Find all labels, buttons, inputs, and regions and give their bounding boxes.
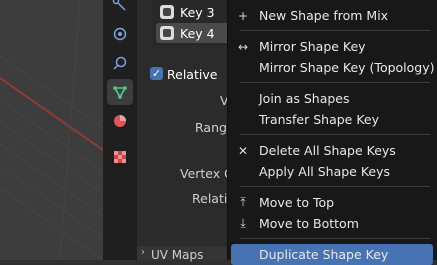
menu-item-new-shape-from-mix[interactable]: + New Shape from Mix bbox=[231, 5, 433, 26]
x-icon: ✕ bbox=[237, 143, 249, 158]
menu-item-move-to-top[interactable]: ⤒ Move to Top bbox=[231, 192, 433, 213]
mirror-icon: ↔ bbox=[237, 39, 249, 54]
menu-item-label: Mirror Shape Key (Topology) bbox=[259, 60, 435, 75]
tab-texture[interactable] bbox=[107, 144, 133, 170]
mesh-data-icon bbox=[113, 86, 127, 99]
relative-checkbox[interactable]: ✓ bbox=[150, 67, 163, 80]
shape-key-icon bbox=[160, 5, 174, 19]
menu-item-join-as-shapes[interactable]: Join as Shapes bbox=[231, 88, 433, 109]
menu-separator bbox=[240, 30, 430, 31]
tab-object-data[interactable] bbox=[107, 79, 133, 105]
tab-material[interactable] bbox=[107, 108, 133, 134]
menu-item-transfer-shape-key[interactable]: Transfer Shape Key bbox=[231, 109, 433, 130]
shape-key-specials-menu: + New Shape from Mix ↔ Mirror Shape Key Mirr… bbox=[227, 0, 437, 265]
menu-item-label: New Shape from Mix bbox=[259, 8, 389, 23]
menu-item-label: Join as Shapes bbox=[259, 91, 350, 106]
physics-icon bbox=[113, 27, 127, 41]
shape-key-label: Key 3 bbox=[180, 4, 215, 20]
menu-separator bbox=[240, 186, 430, 187]
menu-item-apply-all-shape-keys[interactable]: Apply All Shape Keys bbox=[231, 161, 433, 182]
menu-item-move-to-bottom[interactable]: ⤓ Move to Bottom bbox=[231, 213, 433, 234]
menu-item-label: Delete All Shape Keys bbox=[259, 143, 396, 158]
tab-object-constraints[interactable] bbox=[107, 50, 133, 76]
menu-item-label: Move to Top bbox=[259, 195, 335, 210]
chevron-right-icon: › bbox=[141, 247, 145, 258]
material-icon bbox=[114, 115, 126, 127]
menu-separator bbox=[240, 134, 430, 135]
menu-item-label: Transfer Shape Key bbox=[259, 112, 380, 127]
menu-item-label: Apply All Shape Keys bbox=[259, 164, 391, 179]
properties-tab-strip bbox=[103, 0, 137, 260]
shape-key-icon bbox=[160, 26, 174, 40]
menu-separator bbox=[240, 238, 430, 239]
menu-separator bbox=[240, 82, 430, 83]
menu-item-delete-all-shape-keys[interactable]: ✕ Delete All Shape Keys bbox=[231, 140, 433, 161]
menu-item-duplicate-shape-key[interactable]: Duplicate Shape Key bbox=[231, 244, 433, 265]
menu-item-label: Mirror Shape Key bbox=[259, 39, 366, 54]
move-to-bottom-icon: ⤓ bbox=[240, 216, 246, 230]
tab-physics[interactable] bbox=[107, 21, 133, 47]
vertex-group-label: Vertex G bbox=[180, 166, 234, 181]
relative-label: Relative bbox=[167, 67, 218, 82]
texture-icon bbox=[114, 151, 126, 163]
shape-key-label: Key 4 bbox=[180, 25, 215, 41]
constraints-icon bbox=[112, 0, 126, 11]
tab-constraints[interactable] bbox=[107, 0, 133, 18]
plus-icon: + bbox=[237, 8, 249, 23]
object-constraint-icon bbox=[113, 56, 127, 70]
menu-item-label: Move to Bottom bbox=[259, 216, 359, 231]
3d-viewport[interactable] bbox=[0, 0, 103, 260]
menu-item-mirror-shape-key-topology[interactable]: Mirror Shape Key (Topology) bbox=[231, 57, 435, 78]
menu-item-mirror-shape-key[interactable]: ↔ Mirror Shape Key bbox=[231, 36, 433, 57]
uv-maps-panel-header[interactable]: › UV Maps bbox=[137, 246, 227, 262]
viewport-grid bbox=[0, 0, 103, 260]
move-to-top-icon: ⤒ bbox=[240, 195, 246, 209]
